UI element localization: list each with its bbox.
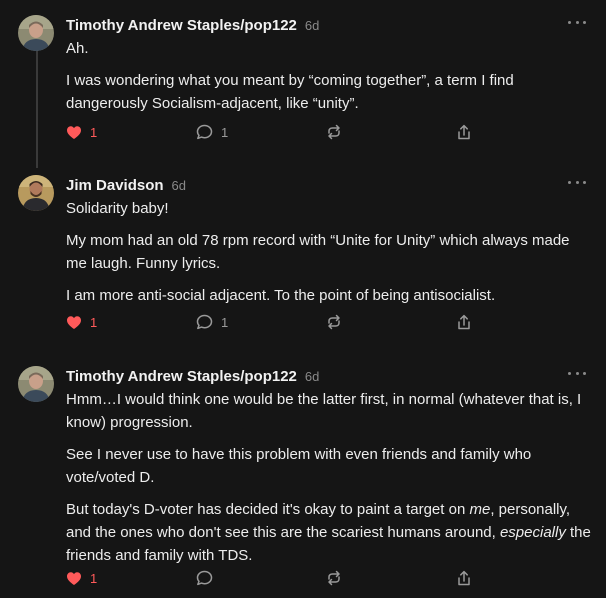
reply-count: 1 <box>221 314 229 330</box>
comment: Timothy Andrew Staples/pop122 6d Hmm…I w… <box>0 366 606 591</box>
share-button[interactable] <box>456 568 472 588</box>
heart-icon <box>67 571 81 585</box>
like-button[interactable]: 1 <box>66 122 97 142</box>
reply-button[interactable] <box>196 568 221 588</box>
author-name[interactable]: Timothy Andrew Staples/pop122 <box>66 368 297 385</box>
comment-actions: 1 1 <box>66 122 586 142</box>
share-icon <box>458 124 470 139</box>
comment-paragraph: Hmm…I would think one would be the latte… <box>66 391 582 431</box>
comment-paragraph: Solidarity baby! <box>66 200 169 217</box>
like-button[interactable]: 1 <box>66 312 97 332</box>
reply-button[interactable]: 1 <box>196 312 228 332</box>
more-options-icon[interactable] <box>568 175 586 189</box>
speech-bubble-icon <box>196 570 213 586</box>
heart-icon <box>67 125 81 139</box>
timestamp[interactable]: 6d <box>172 178 186 193</box>
author-name[interactable]: Timothy Andrew Staples/pop122 <box>66 17 297 34</box>
comment: Timothy Andrew Staples/pop122 6d Ah. I w… <box>0 15 606 155</box>
comment-paragraph: My mom had an old 78 rpm record with “Un… <box>66 232 570 272</box>
share-icon <box>458 570 470 585</box>
comment-paragraph: But today's D-voter has decided it's oka… <box>66 501 591 564</box>
comment-paragraph: I am more anti-social adjacent. To the p… <box>66 287 496 304</box>
speech-bubble-icon <box>196 124 213 140</box>
avatar[interactable] <box>18 15 54 51</box>
comment: Jim Davidson 6d Solidarity baby! My mom … <box>0 175 606 335</box>
restack-button[interactable] <box>326 312 342 332</box>
comment-actions: 1 1 <box>66 312 586 332</box>
share-button[interactable] <box>456 312 472 332</box>
more-options-icon[interactable] <box>568 366 586 380</box>
author-name[interactable]: Jim Davidson <box>66 177 164 194</box>
comment-body: Hmm…I would think one would be the latte… <box>66 388 592 576</box>
reply-button[interactable]: 1 <box>196 122 228 142</box>
share-icon <box>458 314 470 329</box>
share-button[interactable] <box>456 122 472 142</box>
avatar[interactable] <box>18 366 54 402</box>
avatar[interactable] <box>18 175 54 211</box>
like-button[interactable]: 1 <box>66 568 97 588</box>
comment-body: Ah. I was wondering what you meant by “c… <box>66 37 592 124</box>
like-count: 1 <box>90 570 98 586</box>
restack-icon <box>328 124 340 140</box>
timestamp[interactable]: 6d <box>305 18 319 33</box>
restack-icon <box>328 314 340 330</box>
comment-paragraph: See I never use to have this problem wit… <box>66 446 532 486</box>
timestamp[interactable]: 6d <box>305 369 319 384</box>
like-count: 1 <box>90 124 98 140</box>
comment-paragraph: I was wondering what you meant by “comin… <box>66 72 514 112</box>
comment-paragraph: Ah. <box>66 40 89 57</box>
restack-button[interactable] <box>326 568 342 588</box>
reply-count: 1 <box>221 124 229 140</box>
speech-bubble-icon <box>196 314 213 330</box>
heart-icon <box>67 315 81 329</box>
restack-icon <box>328 570 340 586</box>
more-options-icon[interactable] <box>568 15 586 29</box>
comment-body: Solidarity baby! My mom had an old 78 rp… <box>66 197 592 316</box>
comment-actions: 1 <box>66 568 586 588</box>
restack-button[interactable] <box>326 122 342 142</box>
like-count: 1 <box>90 314 98 330</box>
